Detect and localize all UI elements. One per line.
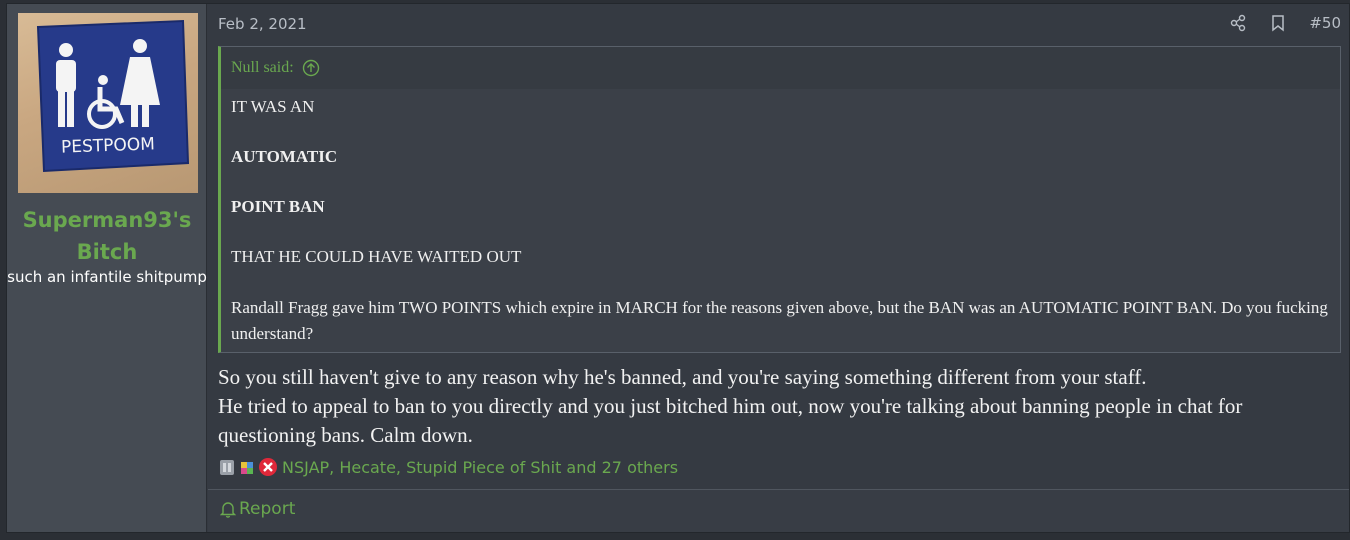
post-number-link[interactable]: #50: [1309, 14, 1341, 32]
avatar[interactable]: PESTPOOM: [18, 13, 198, 193]
arrow-up-circle-icon[interactable]: [302, 59, 320, 77]
quote-line: AUTOMATIC: [231, 147, 338, 166]
user-sidebar: PESTPOOM Superman93's Bitch such an infa…: [7, 4, 207, 532]
bookmark-icon[interactable]: [1269, 14, 1287, 32]
message-body: So you still haven't give to any reason …: [218, 363, 1338, 450]
post-main: Feb 2, 2021 #50 Null said: IT WAS AN AUT…: [208, 4, 1349, 532]
message-line: So you still haven't give to any reason …: [218, 365, 1147, 389]
quote-block: Null said: IT WAS AN AUTOMATIC POINT BAN…: [218, 46, 1341, 353]
x-reaction-icon[interactable]: [258, 457, 278, 477]
quote-line: THAT HE COULD HAVE WAITED OUT: [231, 247, 522, 266]
user-title: such an infantile shitpump: [7, 268, 207, 286]
reaction-gray-icon[interactable]: [218, 457, 238, 477]
puzzle-reaction-icon[interactable]: [238, 457, 258, 477]
bell-icon: [220, 502, 236, 518]
reactions-bar[interactable]: NSJAP, Hecate, Stupid Piece of Shit and …: [218, 457, 678, 477]
avatar-sign-text: PESTPOOM: [60, 134, 156, 158]
post-actions: #50: [1229, 14, 1341, 32]
share-icon[interactable]: [1229, 14, 1247, 32]
quote-line: IT WAS AN: [231, 97, 315, 116]
post-date[interactable]: Feb 2, 2021: [218, 15, 307, 33]
restroom-sign-image: [36, 19, 190, 173]
report-label[interactable]: Report: [239, 499, 295, 519]
reactions-list-link[interactable]: NSJAP, Hecate, Stupid Piece of Shit and …: [282, 458, 678, 477]
quote-author[interactable]: Null said:: [231, 59, 294, 77]
quote-line: Randall Fragg gave him TWO POINTS which …: [231, 298, 1328, 343]
quote-line: POINT BAN: [231, 197, 325, 216]
quote-header[interactable]: Null said:: [221, 47, 1340, 89]
post-footer: Report: [208, 489, 1349, 532]
message-line: He tried to appeal to ban to you directl…: [218, 394, 1243, 447]
quote-body: IT WAS AN AUTOMATIC POINT BAN THAT HE CO…: [221, 89, 1340, 347]
post-container: PESTPOOM Superman93's Bitch such an infa…: [6, 3, 1350, 533]
report-button[interactable]: Report: [220, 499, 295, 519]
username[interactable]: Superman93's Bitch: [7, 204, 207, 268]
